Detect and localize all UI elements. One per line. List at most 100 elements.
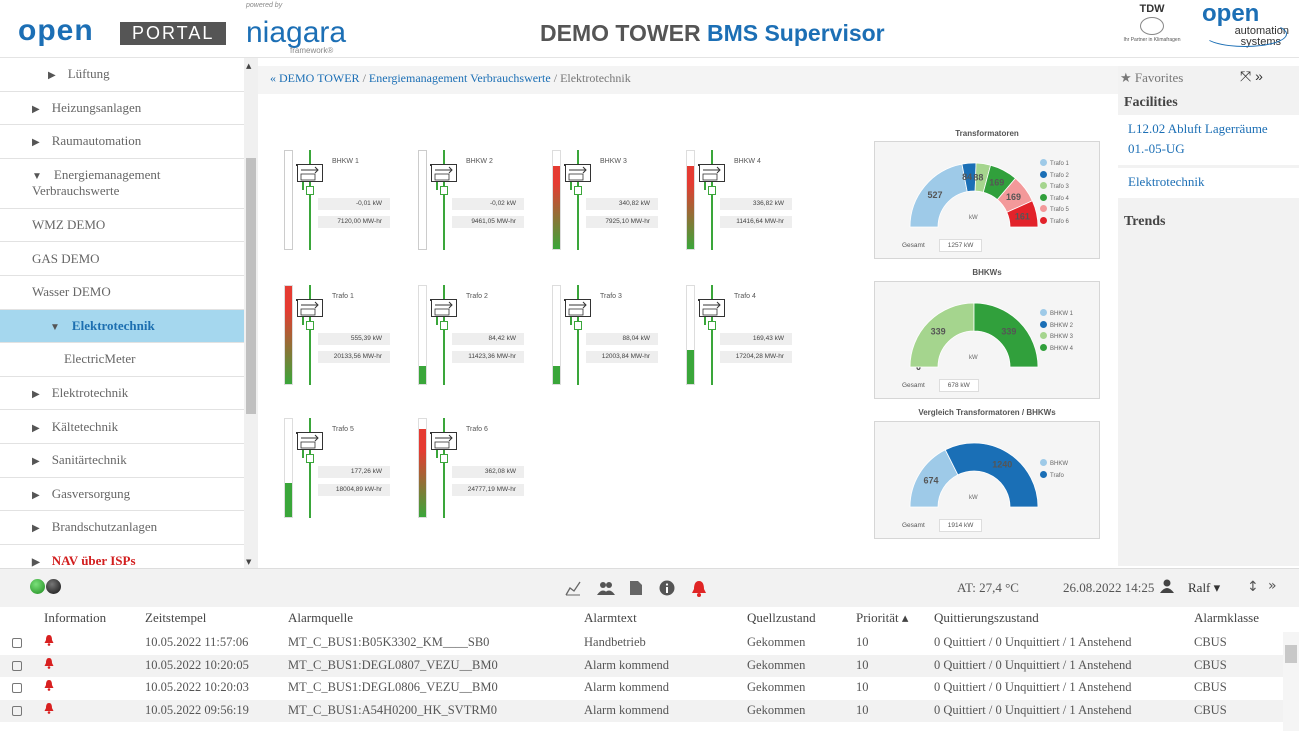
sidebar-item[interactable]: ▶ Elektrotechnik	[0, 377, 258, 411]
chart-icon[interactable]	[565, 580, 581, 600]
collapse-icon[interactable]: ▶	[48, 70, 56, 81]
gauge-legend: BHKW Trafo	[1040, 459, 1068, 482]
expand-collapse-button[interactable]: ⤧ »	[1240, 68, 1263, 85]
switch-icon	[708, 186, 716, 195]
table-cell: CBUS	[1194, 680, 1227, 694]
sidebar-item[interactable]: ▶ Gasversorgung	[0, 478, 258, 512]
trends-heading: Trends	[1124, 214, 1166, 229]
sidebar-item[interactable]: ▶ Sanitärtechnik	[0, 444, 258, 478]
row-checkbox[interactable]	[12, 705, 22, 716]
sidebar-item[interactable]: ▶ Brandschutzanlagen	[0, 511, 258, 545]
unit-name: BHKW 3	[600, 158, 627, 165]
gauge-total: Gesamt 1257 kW	[902, 239, 983, 252]
legend-item: Trafo	[1040, 470, 1068, 483]
status-black-icon	[46, 579, 61, 594]
info-icon[interactable]	[659, 580, 675, 600]
gauge-slice-label: 674	[923, 476, 938, 486]
expand-icon[interactable]: ▼	[32, 171, 42, 182]
collapse-icon[interactable]: ▶	[32, 456, 40, 467]
table-row[interactable]: 10.05.2022 09:56:19 MT_C_BUS1:A54H0200_HK…	[0, 699, 1283, 722]
sidebar-item[interactable]: Wasser DEMO	[0, 276, 258, 310]
sidebar-item-label: Sanitärtechnik	[51, 452, 127, 468]
column-header[interactable]: Alarmklasse	[1194, 610, 1259, 626]
switch-icon	[440, 321, 448, 330]
collapse-icon[interactable]: ▶	[32, 490, 40, 501]
table-cell: Alarm kommend	[584, 680, 670, 694]
table-row[interactable]: 10.05.2022 10:20:03 MT_C_BUS1:DEGL0806_VE…	[0, 677, 1283, 700]
sidebar-item[interactable]: ▶ Lüftung	[0, 58, 258, 92]
row-checkbox[interactable]	[12, 660, 22, 671]
gauge-arc: 00339339kW	[909, 302, 1039, 371]
load-bar-fill	[553, 165, 560, 249]
meter-unit: Trafo 5 177,26 kW 18004,89 kW-hr	[284, 418, 409, 521]
scroll-down-icon[interactable]: ▼	[246, 558, 251, 566]
table-cell: Handbetrieb	[584, 635, 646, 649]
table-cell: 0 Quittiert / 0 Unquittiert / 1 Anstehen…	[934, 702, 1132, 717]
sidebar-item[interactable]: WMZ DEMO	[0, 209, 258, 243]
sidebar-scroll-thumb[interactable]	[246, 158, 256, 414]
legend-swatch	[1040, 205, 1047, 212]
sidebar-item[interactable]: ▶ Kältetechnik	[0, 410, 258, 444]
expand-icon[interactable]: ▼	[50, 322, 60, 333]
switch-icon	[708, 321, 716, 330]
table-row[interactable]: 10.05.2022 10:20:05 MT_C_BUS1:DEGL0807_VE…	[0, 654, 1283, 677]
breadcrumb-energiemanagement[interactable]: Energiemanagement Verbrauchswerte	[369, 71, 551, 85]
collapse-icon[interactable]: ▶	[32, 423, 40, 434]
table-row[interactable]: 10.05.2022 11:57:06 MT_C_BUS1:B05K3302_KM…	[0, 632, 1283, 655]
collapse-icon[interactable]: ▶	[32, 104, 40, 115]
row-checkbox[interactable]	[12, 683, 22, 693]
column-header[interactable]: Priorität ▴	[856, 610, 908, 626]
sidebar-item-label: Elektrotechnik	[71, 317, 155, 333]
facilities-heading: Facilities	[1124, 95, 1178, 110]
document-icon[interactable]	[629, 580, 643, 600]
sidebar-item[interactable]: ▶ Heizungsanlagen	[0, 92, 258, 126]
column-header[interactable]: Quittierungszustand	[934, 610, 1039, 626]
sidebar-item[interactable]: GAS DEMO	[0, 242, 258, 276]
powered-by: powered by	[246, 2, 283, 9]
legend-item: Trafo 6	[1040, 216, 1069, 229]
table-cell: Alarm kommend	[584, 657, 670, 672]
scroll-up-icon[interactable]: ▲	[246, 62, 251, 70]
legend-label: Trafo 6	[1050, 218, 1069, 225]
row-checkbox[interactable]	[12, 638, 22, 648]
collapse-icon[interactable]: »	[1268, 578, 1277, 594]
sidebar-item[interactable]: ▶ Raumautomation	[0, 125, 258, 159]
legend-swatch	[1040, 320, 1047, 328]
facility-link-lagerraeume[interactable]: L12.02 Abluft Lagerräume 01.-05-UG	[1118, 115, 1299, 165]
facility-link-elektrotechnik[interactable]: Elektrotechnik	[1118, 168, 1299, 198]
sidebar-item[interactable]: ElectricMeter	[0, 343, 258, 377]
unit-name: BHKW 1	[332, 158, 359, 165]
collapse-icon[interactable]: ▶	[32, 389, 40, 400]
load-bar	[418, 285, 427, 385]
sort-icon[interactable]: ↕	[1247, 579, 1259, 595]
legend-label: BHKW 4	[1050, 345, 1074, 352]
collapse-icon[interactable]: ▶	[32, 523, 40, 534]
unit-name: Trafo 1	[332, 293, 354, 300]
bell-icon[interactable]	[691, 580, 707, 601]
favorites-button[interactable]: ★ Favorites	[1120, 70, 1183, 86]
breadcrumb-demo-tower[interactable]: DEMO TOWER	[279, 71, 360, 85]
breadcrumb-back-icon[interactable]: «	[270, 71, 276, 85]
table-cell: Gekommen	[747, 635, 806, 649]
column-header[interactable]: Quellzustand	[747, 610, 816, 626]
user-menu[interactable]: Ralf ▾	[1188, 580, 1220, 596]
sidebar-item[interactable]: ▶ NAV über ISPs	[0, 545, 258, 568]
meter-unit: Trafo 1 555,39 kW 20133,56 MW-hr	[284, 285, 409, 388]
users-icon[interactable]	[597, 580, 615, 600]
table-scroll-thumb[interactable]	[1285, 645, 1297, 663]
unit-name: Trafo 2	[466, 293, 488, 300]
column-header[interactable]: Zeitstempel	[145, 610, 206, 626]
sidebar-item-label: ElectricMeter	[64, 351, 136, 367]
gauge-total: Gesamt 1914 kW	[902, 519, 983, 532]
gauge-title: Vergleich Transformatoren / BHKWs	[918, 408, 1056, 417]
column-header[interactable]: Alarmtext	[584, 610, 637, 626]
unit-name: BHKW 2	[466, 158, 493, 165]
column-header[interactable]: Alarmquelle	[288, 610, 353, 626]
collapse-icon[interactable]: ▶	[32, 137, 40, 148]
sidebar-item[interactable]: ▼ Energiemanagement Verbrauchswerte	[0, 159, 258, 209]
sidebar-item[interactable]: ▼ Elektrotechnik	[0, 309, 258, 344]
gauge-title: BHKWs	[972, 268, 1002, 277]
collapse-icon[interactable]: ▶	[32, 557, 40, 568]
legend-swatch	[1040, 459, 1047, 466]
column-header[interactable]: Information	[44, 610, 106, 626]
